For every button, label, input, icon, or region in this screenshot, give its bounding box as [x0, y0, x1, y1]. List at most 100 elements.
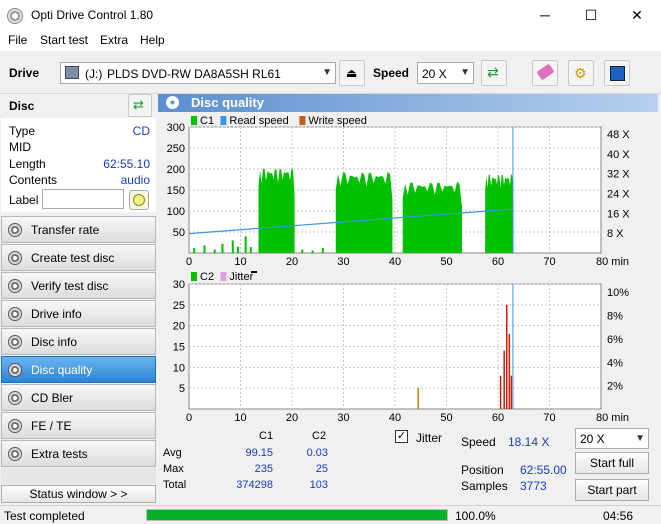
label-lookup-button[interactable] [129, 190, 149, 210]
progress-text: 100.0% [455, 509, 496, 523]
nav-transfer-rate[interactable]: Transfer rate [1, 216, 156, 243]
y-tick-label: 25 [173, 300, 185, 312]
y2-tick-label: 2% [607, 381, 623, 393]
contents-label: Contents [9, 173, 58, 187]
y-tick-label: 100 [167, 206, 185, 218]
drive-select[interactable]: (J:) PLDS DVD-RW DA8A5SH RL61 ▼ [60, 62, 336, 84]
nav-label: Transfer rate [31, 223, 100, 237]
disc-icon [8, 363, 22, 377]
nav-disc-info[interactable]: Disc info [1, 328, 156, 355]
x-tick-label: 30 [337, 256, 349, 268]
start-part-button[interactable]: Start part [575, 479, 649, 501]
y2-tick-label: 4% [607, 357, 623, 369]
disc-icon [133, 194, 145, 206]
col-c1-header: C1 [259, 430, 274, 442]
speed-select[interactable]: 20 X ▼ [417, 62, 474, 84]
nav-extra-tests[interactable]: Extra tests [1, 440, 156, 467]
y-tick-label: 10 [173, 362, 185, 374]
test-speed-value: 20 X [580, 432, 605, 446]
c1-bar [244, 236, 247, 253]
c1-bar [193, 247, 196, 253]
menu-start-test[interactable]: Start test [40, 33, 88, 47]
nav-verify-test-disc[interactable]: Verify test disc [1, 272, 156, 299]
speed-stat-label: Speed [461, 435, 496, 449]
c1-bar [301, 249, 304, 253]
speed-value: 20 X [422, 67, 447, 81]
y-tick-label: 300 [167, 122, 185, 134]
test-speed-select[interactable]: 20 X ▼ [575, 428, 649, 449]
y2-tick-label: 10% [607, 287, 629, 299]
c1-block [485, 173, 514, 253]
progress-bar [146, 509, 448, 521]
y2-tick-label: 8 X [607, 228, 624, 240]
y-tick-label: 200 [167, 164, 185, 176]
c1-block [335, 171, 393, 253]
save-button[interactable] [604, 60, 630, 86]
length-label: Length [9, 157, 46, 171]
label-input[interactable] [42, 189, 124, 209]
x-tick-label: 70 [543, 256, 555, 268]
eraser-icon [536, 63, 555, 81]
start-full-button[interactable]: Start full [575, 452, 649, 474]
legend-marker [251, 271, 257, 273]
refresh-speed-button[interactable]: ⇄ [481, 60, 507, 86]
legend-label: Jitter [229, 271, 253, 283]
erase-button[interactable] [532, 60, 558, 86]
nav-drive-info[interactable]: Drive info [1, 300, 156, 327]
settings-button[interactable]: ⚙ [568, 60, 594, 86]
legend-swatch [220, 116, 227, 125]
nav-disc-quality[interactable]: Disc quality [1, 356, 156, 383]
minimize-button[interactable]: ─ [522, 0, 568, 31]
disc-info-box: Type CD MID Length 62:55.10 Contents aud… [1, 118, 156, 212]
c1-bar [321, 247, 324, 253]
nav-spacer [1, 468, 156, 484]
disc-icon [8, 447, 22, 461]
x-tick-label: 40 [389, 412, 401, 424]
y-tick-label: 50 [173, 227, 185, 239]
legend-label: C1 [200, 115, 214, 127]
progress-fill [147, 510, 447, 520]
disc-icon [8, 223, 22, 237]
disc-icon [8, 419, 22, 433]
c1-bar [236, 246, 239, 253]
total-c2: 103 [309, 479, 328, 491]
x-tick-label: 60 [492, 256, 504, 268]
refresh-icon: ⇄ [487, 64, 499, 80]
status-window-button[interactable]: Status window > > [1, 485, 156, 503]
total-c1: 374298 [236, 479, 273, 491]
col-c2-header: C2 [312, 430, 327, 442]
disc-header-label: Disc [9, 99, 35, 113]
disc-refresh-button[interactable]: ⇄ [128, 94, 152, 117]
x-tick-label: 70 [543, 412, 555, 424]
max-label: Max [163, 463, 184, 475]
c1-bar [203, 245, 206, 253]
disc-icon [8, 279, 22, 293]
menu-file[interactable]: File [8, 33, 27, 47]
speed-label: Speed [373, 66, 410, 80]
menu-extra[interactable]: Extra [100, 33, 128, 47]
max-c2: 25 [315, 463, 328, 475]
x-tick-label: 60 [492, 412, 504, 424]
legend-swatch [299, 116, 306, 125]
c1-bar [221, 243, 224, 253]
eject-icon: ⏏ [346, 66, 358, 80]
charts-area: C1 Read speed Write speed50100150200250300… [158, 112, 658, 426]
samples-label: Samples [461, 479, 508, 493]
window-title: Opti Drive Control 1.80 [31, 8, 154, 22]
chevron-down-icon: ▼ [635, 433, 645, 444]
nav-fe-te[interactable]: FE / TE [1, 412, 156, 439]
avg-label: Avg [163, 447, 182, 459]
x-tick-label: 0 [186, 412, 192, 424]
close-button[interactable]: ✕ [614, 0, 660, 31]
jitter-checkbox[interactable]: ✓ [395, 430, 408, 443]
drive-name: PLDS DVD-RW DA8A5SH RL61 [107, 67, 281, 81]
maximize-button[interactable]: ☐ [568, 0, 614, 31]
nav-cd-bler[interactable]: CD Bler [1, 384, 156, 411]
disc-icon [8, 335, 22, 349]
eject-button[interactable]: ⏏ [339, 60, 365, 86]
drive-icon [65, 66, 79, 79]
menu-help[interactable]: Help [140, 33, 165, 47]
nav-label: Extra tests [31, 447, 88, 461]
nav-create-test-disc[interactable]: Create test disc [1, 244, 156, 271]
legend-label: Read speed [229, 115, 288, 127]
